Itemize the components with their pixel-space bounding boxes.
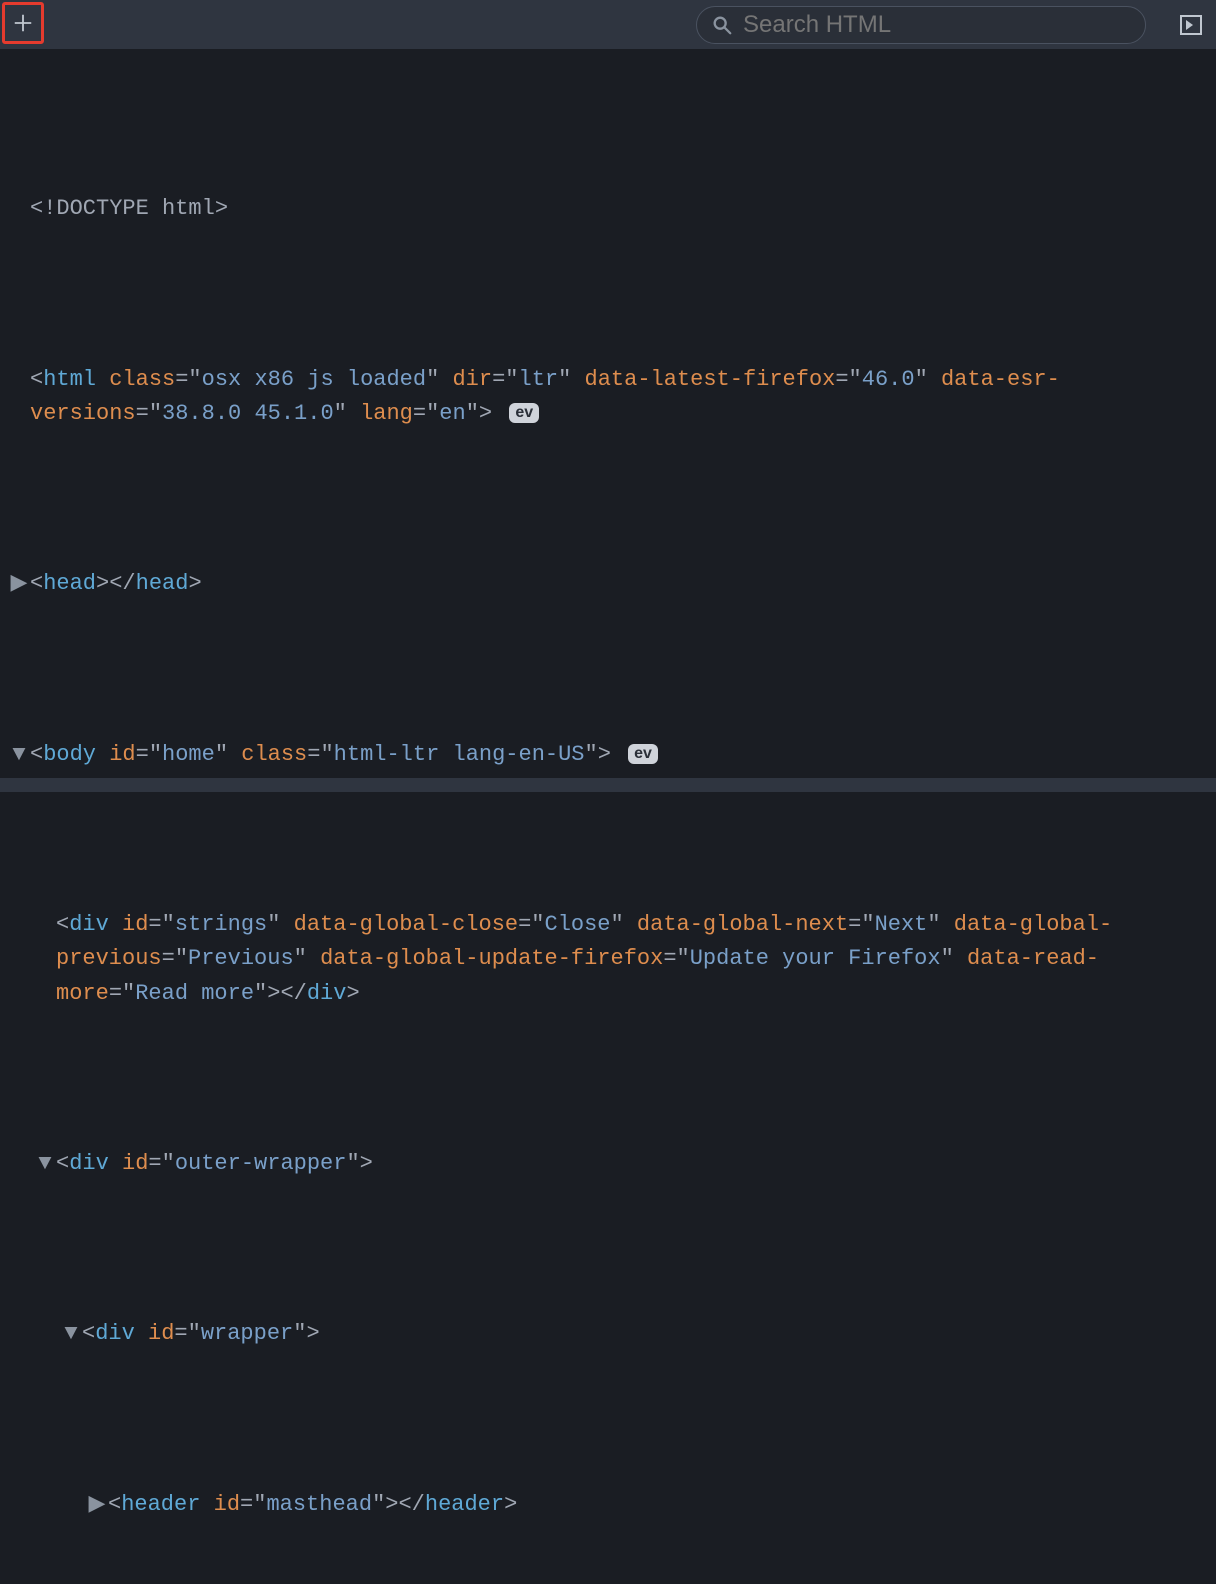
tree-row-masthead[interactable]: ▶ <header id="masthead"></header> xyxy=(4,1488,1212,1522)
tree-row-wrapper[interactable]: ▼ <div id="wrapper"> xyxy=(4,1317,1212,1351)
doctype-text: <!DOCTYPE html> xyxy=(30,192,1212,226)
collapse-icon[interactable]: ▼ xyxy=(34,1147,56,1181)
wrapper-node: <div id="wrapper"> xyxy=(82,1317,1212,1351)
tree-row-html[interactable]: <html class="osx x86 js loaded" dir="ltr… xyxy=(4,363,1212,431)
inspector-toolbar xyxy=(0,0,1216,50)
toggle-sidebar-button[interactable] xyxy=(1174,8,1208,42)
plus-icon xyxy=(12,12,34,34)
collapse-icon[interactable]: ▼ xyxy=(60,1317,82,1351)
dom-tree[interactable]: <!DOCTYPE html> <html class="osx x86 js … xyxy=(0,50,1216,1584)
tree-row-head[interactable]: ▶ <head></head> xyxy=(4,567,1212,601)
bottom-bar xyxy=(0,778,1216,792)
tree-row-outer-wrapper[interactable]: ▼ <div id="outer-wrapper"> xyxy=(4,1147,1212,1181)
search-input[interactable] xyxy=(741,10,1131,40)
strings-node: <div id="strings" data-global-close="Clo… xyxy=(56,908,1212,1010)
event-badge[interactable]: ev xyxy=(628,744,658,764)
add-node-button[interactable] xyxy=(2,2,44,44)
tree-row-strings[interactable]: <div id="strings" data-global-close="Clo… xyxy=(4,908,1212,1010)
tree-row-doctype[interactable]: <!DOCTYPE html> xyxy=(4,192,1212,226)
head-node: <head></head> xyxy=(30,567,1212,601)
tree-row-body[interactable]: ▼ <body id="home" class="html-ltr lang-e… xyxy=(4,738,1212,772)
expand-icon[interactable]: ▶ xyxy=(86,1488,108,1522)
body-open: <body id="home" class="html-ltr lang-en-… xyxy=(30,738,1212,772)
expand-icon[interactable]: ▶ xyxy=(8,567,30,601)
html-open: <html class="osx x86 js loaded" dir="ltr… xyxy=(30,363,1212,431)
search-icon xyxy=(711,14,733,36)
outer-wrapper-node: <div id="outer-wrapper"> xyxy=(56,1147,1212,1181)
event-badge[interactable]: ev xyxy=(509,403,539,423)
masthead-node: <header id="masthead"></header> xyxy=(108,1488,1212,1522)
search-html-field[interactable] xyxy=(696,6,1146,44)
panel-icon xyxy=(1179,13,1203,37)
collapse-icon[interactable]: ▼ xyxy=(8,738,30,772)
